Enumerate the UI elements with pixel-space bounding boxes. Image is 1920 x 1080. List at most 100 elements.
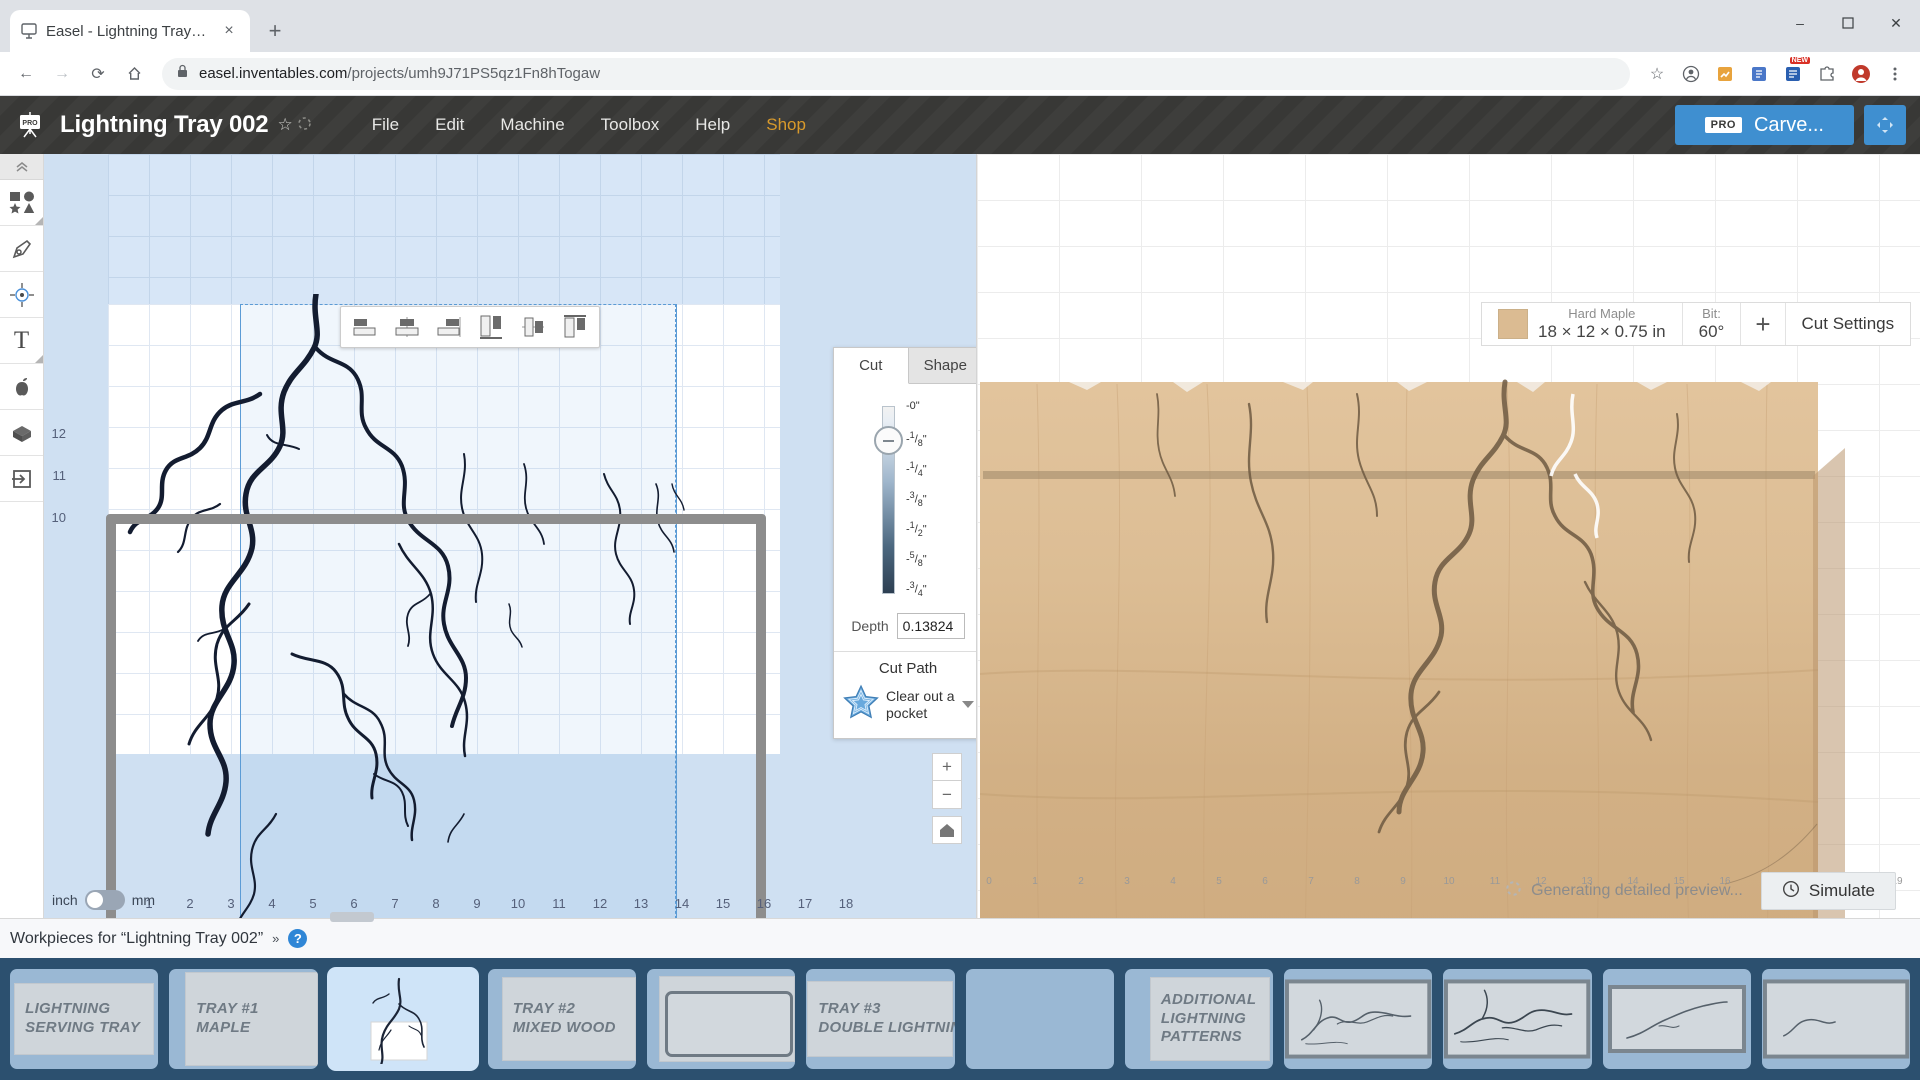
window-close-icon[interactable]: ✕ xyxy=(1872,0,1920,46)
simulate-button[interactable]: Simulate xyxy=(1760,872,1896,910)
workpiece-card-9[interactable] xyxy=(1284,969,1433,1069)
menu-item-file[interactable]: File xyxy=(354,109,417,141)
workpiece-card-8[interactable]: ADDITIONAL LIGHTNING PATTERNS xyxy=(1124,969,1273,1069)
home-icon[interactable] xyxy=(118,58,150,90)
back-icon[interactable]: ← xyxy=(10,58,42,90)
workpiece-3d-preview[interactable] xyxy=(977,154,1920,918)
cut-settings-button[interactable]: Cut Settings xyxy=(1786,303,1911,345)
submenu-corner-icon xyxy=(35,355,43,363)
tool-drill[interactable] xyxy=(0,272,43,318)
tab-shape[interactable]: Shape xyxy=(908,348,976,384)
chevron-down-icon[interactable]: » xyxy=(272,931,279,946)
workpiece-label: ADDITIONAL xyxy=(1160,990,1257,1008)
minimize-icon[interactable]: – xyxy=(1776,0,1824,46)
workpieces-drag-handle[interactable] xyxy=(330,912,374,922)
design-canvas[interactable]: Cut Shape -0" -1/8" -1/4" -3/8" -1/2" -5… xyxy=(44,154,976,918)
move-icon[interactable] xyxy=(1864,105,1906,145)
menu-item-edit[interactable]: Edit xyxy=(417,109,482,141)
align-top-button[interactable] xyxy=(475,312,507,342)
material-name: Hard Maple xyxy=(1568,305,1636,321)
bookmark-star-icon[interactable]: ☆ xyxy=(1642,59,1672,89)
address-bar[interactable]: easel.inventables.com/projects/umh9J71PS… xyxy=(162,57,1630,90)
cut-path-dropdown[interactable]: Clear out a pocket xyxy=(834,683,976,726)
preview-tick: 1 xyxy=(1032,876,1038,887)
depth-input[interactable] xyxy=(896,613,965,639)
align-left-button[interactable] xyxy=(349,312,381,342)
workpiece-card-6[interactable]: TRAY #3 DOUBLE LIGHTNING xyxy=(806,969,955,1069)
browser-tab[interactable]: Easel - Lightning Tray 002 × xyxy=(10,10,250,52)
unit-switch-knob xyxy=(86,892,103,908)
chevron-down-icon[interactable] xyxy=(962,701,974,708)
news-icon[interactable]: NEW xyxy=(1778,56,1810,89)
workpiece-card-12[interactable] xyxy=(1761,969,1910,1069)
workpiece-label: LIGHTNING xyxy=(1160,1009,1247,1027)
menu-item-toolbox[interactable]: Toolbox xyxy=(583,109,678,141)
easel-pro-logo[interactable]: PRO xyxy=(14,109,46,141)
align-bottom-button[interactable] xyxy=(559,312,591,342)
workpiece-card-1[interactable]: LIGHTNING SERVING TRAY xyxy=(10,969,159,1069)
new-tab-button[interactable]: + xyxy=(258,14,292,48)
tool-blocks[interactable] xyxy=(0,410,43,456)
workpiece-card-11[interactable] xyxy=(1602,969,1751,1069)
unit-switch[interactable] xyxy=(84,890,125,910)
avatar-icon[interactable] xyxy=(1846,59,1876,89)
menu-item-shop[interactable]: Shop xyxy=(748,109,824,141)
workpiece-card-2[interactable]: TRAY #1 MAPLE xyxy=(169,969,318,1069)
add-bit-button[interactable]: + xyxy=(1741,303,1786,345)
window-controls: – ✕ xyxy=(1776,0,1920,46)
forward-icon[interactable]: → xyxy=(46,58,78,90)
zoom-in-button[interactable]: + xyxy=(932,753,962,781)
bit-cell[interactable]: Bit: 60° xyxy=(1683,303,1742,345)
tool-pen[interactable] xyxy=(0,226,43,272)
help-icon[interactable]: ? xyxy=(288,929,308,948)
reload-icon[interactable]: ⟳ xyxy=(82,58,114,90)
depth-label: Depth xyxy=(851,618,889,634)
tool-shapes[interactable] xyxy=(0,180,43,226)
align-right-button[interactable] xyxy=(433,312,465,342)
workpiece-card-10[interactable] xyxy=(1443,969,1592,1069)
easel-icon xyxy=(20,22,38,40)
collapse-chevrons-icon[interactable] xyxy=(0,154,43,180)
grid-icon[interactable] xyxy=(1744,59,1774,89)
depth-slider[interactable]: -0" -1/8" -1/4" -3/8" -1/2" -5/8" -3/4" xyxy=(834,398,976,603)
align-toolbar xyxy=(340,306,600,348)
tray-outline-shape[interactable] xyxy=(106,514,766,918)
tool-text[interactable]: T xyxy=(0,318,43,364)
align-center-horizontal-button[interactable] xyxy=(391,312,423,342)
align-middle-vertical-button[interactable] xyxy=(517,312,549,342)
menu-item-machine[interactable]: Machine xyxy=(482,109,582,141)
zoom-home-button[interactable] xyxy=(932,816,962,844)
menu-item-help[interactable]: Help xyxy=(677,109,748,141)
canvas-grid-upper xyxy=(108,154,780,306)
preview-pane[interactable]: Hard Maple 18 × 12 × 0.75 in Bit: 60° + … xyxy=(976,154,1920,918)
maximize-icon[interactable] xyxy=(1824,0,1872,46)
bit-value: 60° xyxy=(1698,321,1725,341)
preview-tick: 8 xyxy=(1354,876,1360,887)
menu-icon[interactable] xyxy=(1880,59,1910,89)
chart-icon[interactable] xyxy=(1710,59,1740,89)
v-ruler-tick: 12 xyxy=(51,426,66,441)
workpiece-card-7[interactable] xyxy=(965,969,1114,1069)
workpiece-card-5[interactable] xyxy=(647,969,796,1069)
favorite-star-icon[interactable]: ☆ xyxy=(277,115,292,135)
material-cell[interactable]: Hard Maple 18 × 12 × 0.75 in xyxy=(1482,303,1683,345)
depth-row: Depth xyxy=(834,609,976,651)
depth-slider-knob[interactable] xyxy=(874,426,903,455)
zoom-out-button[interactable]: − xyxy=(932,781,962,809)
tab-cut[interactable]: Cut xyxy=(834,348,909,384)
preview-handle[interactable]: « xyxy=(977,154,989,918)
carve-button[interactable]: PRO Carve... xyxy=(1674,105,1854,145)
workpiece-thumb-pattern-b xyxy=(1444,979,1591,1059)
workpiece-card-4[interactable]: TRAY #2 MIXED WOOD xyxy=(487,969,636,1069)
puzzle-icon[interactable] xyxy=(1812,59,1842,89)
cut-shape-panel: Cut Shape -0" -1/8" -1/4" -3/8" -1/2" -5… xyxy=(833,347,976,739)
close-icon[interactable]: × xyxy=(218,20,240,42)
unit-toggle[interactable]: inch mm xyxy=(52,890,155,910)
preview-tick: 2 xyxy=(1078,876,1084,887)
cut-panel-tabs: Cut Shape xyxy=(834,348,976,384)
workpiece-card-3[interactable] xyxy=(328,969,477,1069)
workpiece-label: TRAY #3 xyxy=(818,1000,881,1018)
profile-icon[interactable] xyxy=(1676,59,1706,89)
tool-apps[interactable] xyxy=(0,364,43,410)
tool-import[interactable] xyxy=(0,456,43,502)
